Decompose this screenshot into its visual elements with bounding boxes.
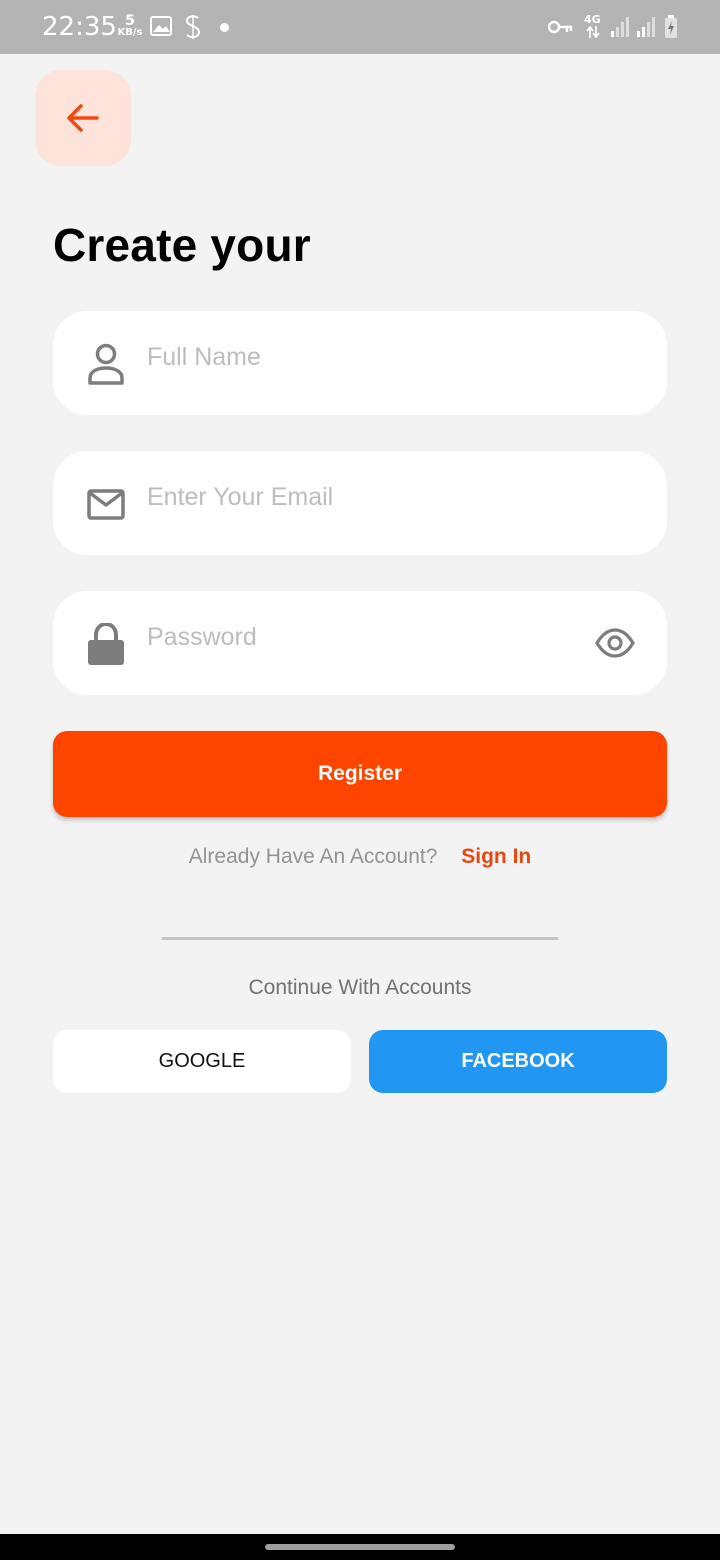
notification-dot	[220, 23, 229, 32]
gallery-icon	[150, 16, 172, 36]
navigation-bar	[0, 1534, 720, 1560]
sign-in-prompt: Already Have An Account? Sign In	[0, 845, 720, 869]
status-bar: 22:35 5 KB/s 4G	[0, 0, 720, 54]
page-title: Create your	[53, 219, 311, 271]
back-button[interactable]	[35, 70, 131, 166]
sign-in-link[interactable]: Sign In	[461, 845, 531, 868]
home-indicator[interactable]	[265, 1544, 455, 1550]
lock-icon	[88, 623, 124, 665]
signal-icon-sim1	[611, 17, 629, 37]
continue-with-accounts-text: Continue With Accounts	[248, 976, 472, 999]
vpn-key-icon	[548, 20, 573, 34]
arrow-left-icon	[67, 104, 99, 132]
data-arrows-icon	[586, 26, 600, 38]
email-input[interactable]	[147, 473, 567, 521]
divider	[162, 937, 558, 940]
account-prompt-text: Already Have An Account?	[188, 845, 438, 868]
full-name-field[interactable]	[53, 311, 667, 415]
network-speed-unit: KB/s	[117, 27, 143, 38]
signal-icon-sim2	[637, 17, 655, 37]
facebook-button[interactable]: FACEBOOK	[369, 1030, 667, 1093]
full-name-input[interactable]	[147, 333, 567, 381]
eye-icon[interactable]	[595, 627, 635, 659]
battery-charging-icon	[665, 15, 677, 38]
network-speed-value: 5	[125, 13, 135, 29]
mail-icon	[87, 489, 125, 520]
email-field[interactable]	[53, 451, 667, 555]
app-notification-icon	[185, 15, 201, 39]
network-type-label: 4G	[584, 13, 601, 26]
status-time: 22:35	[42, 12, 117, 42]
network-speed: 5 KB/s	[116, 14, 144, 38]
password-field[interactable]	[53, 591, 667, 695]
password-input[interactable]	[147, 613, 567, 661]
register-button[interactable]: Register	[53, 731, 667, 817]
google-button[interactable]: GOOGLE	[53, 1030, 351, 1093]
person-icon	[88, 343, 124, 385]
